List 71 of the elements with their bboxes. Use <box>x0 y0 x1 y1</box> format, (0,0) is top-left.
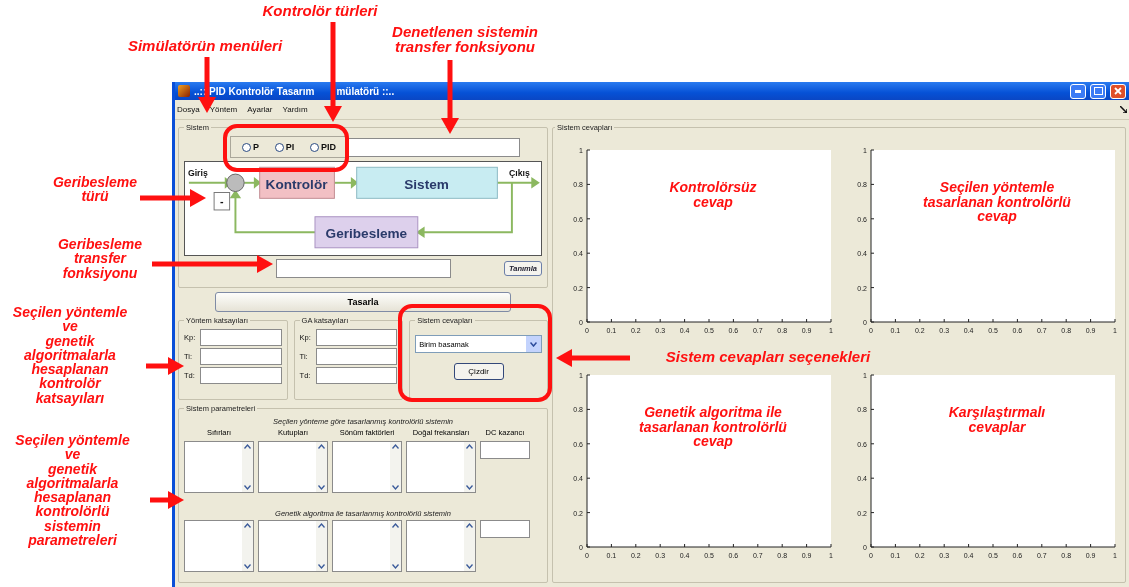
transfer-function-field[interactable] <box>276 259 451 278</box>
app-icon <box>178 85 190 97</box>
summing-junction <box>226 173 245 192</box>
list-box[interactable] <box>332 520 402 572</box>
design-button[interactable]: Tasarla <box>215 292 511 312</box>
scroll-down-icon[interactable] <box>244 564 251 569</box>
list-box[interactable] <box>184 520 254 572</box>
maximize-button[interactable] <box>1090 83 1106 99</box>
input-field[interactable] <box>315 367 398 384</box>
scroll-up-icon[interactable] <box>392 444 399 449</box>
scroll-down-icon[interactable] <box>466 564 473 569</box>
input-label: Giriş <box>187 168 208 178</box>
input-field[interactable] <box>480 520 530 538</box>
scroll-down-icon[interactable] <box>318 485 325 490</box>
scroll-down-icon[interactable] <box>392 564 399 569</box>
annotation-label: Simülatörün menüleri <box>126 38 284 54</box>
scroll-down-icon[interactable] <box>318 564 325 569</box>
list-box[interactable] <box>406 441 476 493</box>
minimize-button[interactable] <box>1070 83 1086 99</box>
transfer-function-field[interactable] <box>348 137 520 157</box>
input-field[interactable] <box>315 329 398 346</box>
feedback-block: Geribesleme <box>314 216 419 249</box>
input-field[interactable] <box>200 367 282 384</box>
maximize-icon[interactable] <box>1093 87 1103 95</box>
annotation-label: Geribesleme transfer fonksiyonu <box>56 237 144 280</box>
list-box[interactable] <box>406 520 476 572</box>
input-field[interactable] <box>480 441 530 459</box>
output-label: Çıkış <box>509 168 530 178</box>
plot-button[interactable]: Çizdir <box>453 363 504 380</box>
scroll-up-icon[interactable] <box>244 523 251 528</box>
annotation-label: Seçilen yöntemle ve genetik algoritmalarla hesaplanan kontrolörlü sistemin parametreleri <box>14 433 131 548</box>
annotation-label: Geribesleme türü <box>51 175 139 204</box>
dropdown-icon[interactable] <box>530 341 537 347</box>
scroll-up-icon[interactable] <box>392 523 399 528</box>
scroll-down-icon[interactable] <box>244 485 251 490</box>
close-button[interactable] <box>1110 83 1126 99</box>
input-field[interactable] <box>200 348 282 365</box>
annotation-label: Seçilen yöntemle ve genetik algoritmalarla hesaplanan kontrolör katsayıları <box>11 305 129 405</box>
radio-option[interactable]: PID <box>310 142 337 152</box>
radio-option[interactable]: PI <box>274 142 295 152</box>
input-field[interactable] <box>315 348 398 365</box>
close-icon[interactable] <box>1114 87 1122 95</box>
annotation-label: Genetik algoritma ile tasarlanan kontrolörlü cevap <box>638 405 788 450</box>
list-box[interactable] <box>258 520 328 572</box>
dock-icon[interactable] <box>1120 106 1127 113</box>
menu-item[interactable]: Dosya <box>177 105 200 114</box>
annotation-label: Seçilen yöntemle tasarlanan kontrolörlü cevap <box>922 180 1072 225</box>
scroll-down-icon[interactable] <box>392 485 399 490</box>
system-block: Sistem <box>356 166 498 199</box>
list-box[interactable] <box>332 441 402 493</box>
window-title: ..:: PID Kontrolör Tasarım <box>194 85 315 97</box>
scroll-up-icon[interactable] <box>466 523 473 528</box>
annotation-label: Karşılaştırmalı cevaplar <box>947 405 1047 435</box>
annotation-label: Sistem cevapları seçenekleri <box>664 349 872 365</box>
scroll-up-icon[interactable] <box>244 444 251 449</box>
annotation-label: Denetlenen sistemin transfer fonksiyonu <box>391 24 539 55</box>
scroll-up-icon[interactable] <box>318 444 325 449</box>
annotation-label: Kontrolörsüz cevap <box>668 180 758 210</box>
list-box[interactable] <box>258 441 328 493</box>
minimize-icon[interactable] <box>1075 89 1081 93</box>
list-box[interactable] <box>184 441 254 493</box>
scroll-down-icon[interactable] <box>466 485 473 490</box>
window-title: mülatörü ::.. <box>336 85 395 97</box>
input-field[interactable] <box>200 329 282 346</box>
menu-item[interactable]: Ayarlar <box>247 105 273 114</box>
annotation-label: Kontrolör türleri <box>261 3 379 19</box>
scroll-up-icon[interactable] <box>318 523 325 528</box>
scroll-up-icon[interactable] <box>466 444 473 449</box>
menu-item[interactable]: Yöntem <box>209 105 238 114</box>
feedback-sign-field[interactable]: - <box>213 192 231 211</box>
menu-item[interactable]: Yardım <box>282 105 308 114</box>
